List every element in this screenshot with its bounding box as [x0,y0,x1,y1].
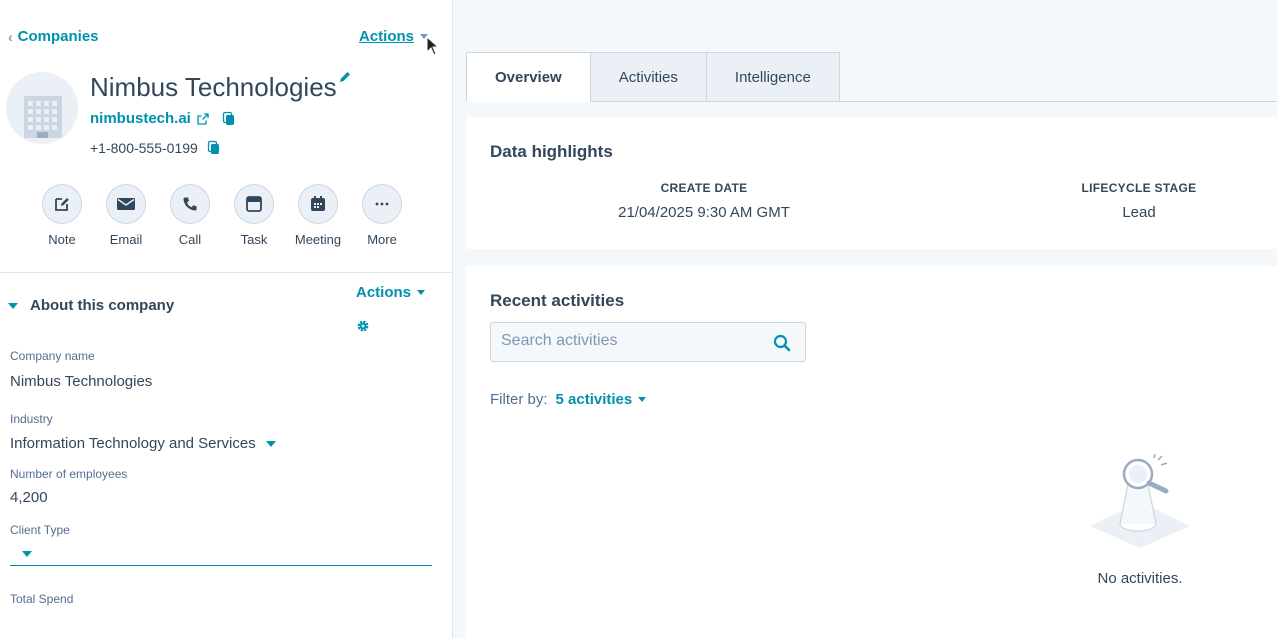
task-icon [234,184,274,224]
about-actions-dropdown[interactable]: Actions [356,284,426,301]
email-button[interactable]: Email [94,184,158,247]
recent-activities-title: Recent activities [490,291,625,310]
gear-icon[interactable] [356,319,370,333]
empty-state-magnifier-icon [1090,454,1190,548]
employees-field[interactable]: 4,200 [10,489,48,506]
company-name-heading: Nimbus Technologies [90,72,337,102]
pencil-edit-icon[interactable] [338,70,352,84]
meeting-label: Meeting [294,232,342,247]
more-button[interactable]: More [350,184,414,247]
empty-state-text: No activities. [1097,570,1183,587]
activity-search-box [490,322,806,362]
recent-activities-card: Recent activities Filter by: 5 activitie… [466,266,1277,638]
caret-down-icon [265,440,276,447]
tabs-baseline [840,101,1277,102]
email-label: Email [109,232,143,247]
search-input[interactable] [501,332,761,350]
lifecycle-stage-highlight: LIFECYCLE STAGE Lead [1064,181,1214,221]
section-divider [0,272,453,273]
task-button[interactable]: Task [222,184,286,247]
industry-select[interactable]: Information Technology and Services [10,435,276,452]
company-name-field[interactable]: Nimbus Technologies [10,373,152,390]
copy-icon[interactable] [221,111,237,127]
call-label: Call [178,232,202,247]
chevron-left-icon: ‹ [8,28,13,45]
activity-filter: Filter by: 5 activities [490,391,647,408]
more-label: More [367,232,397,247]
note-button[interactable]: Note [30,184,94,247]
note-label: Note [48,232,76,247]
tab-intelligence[interactable]: Intelligence [706,52,840,102]
mouse-cursor-icon [426,36,440,56]
back-to-companies-link[interactable]: ‹ Companies [8,28,99,45]
company-domain-link[interactable]: nimbustech.ai [90,110,191,127]
call-icon [170,184,210,224]
create-date-label: CREATE DATE [660,181,748,195]
create-date-highlight: CREATE DATE 21/04/2025 9:30 AM GMT [614,181,794,221]
building-icon [24,96,62,138]
call-button[interactable]: Call [158,184,222,247]
collapse-caret-icon [8,302,18,309]
note-icon [42,184,82,224]
lifecycle-stage-value: Lead [1122,204,1156,221]
company-avatar [6,72,78,144]
meeting-button[interactable]: Meeting [286,184,350,247]
record-actions-dropdown[interactable]: Actions [359,28,429,45]
client-type-label: Client Type [10,523,70,537]
caret-down-icon [417,290,426,295]
caret-down-icon [638,397,647,402]
data-highlights-card: Data highlights CREATE DATE 21/04/2025 9… [466,117,1277,249]
filter-value: 5 activities [555,391,633,408]
company-phone-row: +1-800-555-0199 [90,140,222,156]
create-date-value: 21/04/2025 9:30 AM GMT [618,204,790,221]
total-spend-label: Total Spend [10,592,74,606]
company-phone: +1-800-555-0199 [90,140,198,156]
company-domain-row: nimbustech.ai [90,110,237,127]
lifecycle-stage-label: LIFECYCLE STAGE [1081,181,1197,195]
client-type-select[interactable] [10,543,432,566]
data-highlights-title: Data highlights [490,142,613,161]
more-icon [362,184,402,224]
employees-label: Number of employees [10,467,128,481]
external-link-icon[interactable] [197,112,209,125]
about-actions-label: Actions [356,284,412,301]
meeting-icon [298,184,338,224]
activity-filter-dropdown[interactable]: 5 activities [556,391,647,408]
tab-activities[interactable]: Activities [590,52,707,102]
back-link-label: Companies [17,28,99,45]
caret-down-icon [22,551,32,557]
about-section-title: About this company [30,297,175,314]
industry-label: Industry [10,412,53,426]
task-label: Task [240,232,268,247]
record-sidebar: ‹ Companies Actions Nimbus Technologies … [0,0,453,638]
email-icon [106,184,146,224]
record-tabs: Overview Activities Intelligence [466,52,840,102]
filter-label: Filter by: [490,391,548,408]
about-section-toggle[interactable]: About this company [8,297,174,314]
copy-icon[interactable] [206,140,222,156]
industry-value: Information Technology and Services [10,435,256,452]
actions-label: Actions [359,28,415,45]
tab-overview[interactable]: Overview [466,52,591,102]
company-name-label: Company name [10,349,95,363]
search-icon[interactable] [773,334,791,352]
